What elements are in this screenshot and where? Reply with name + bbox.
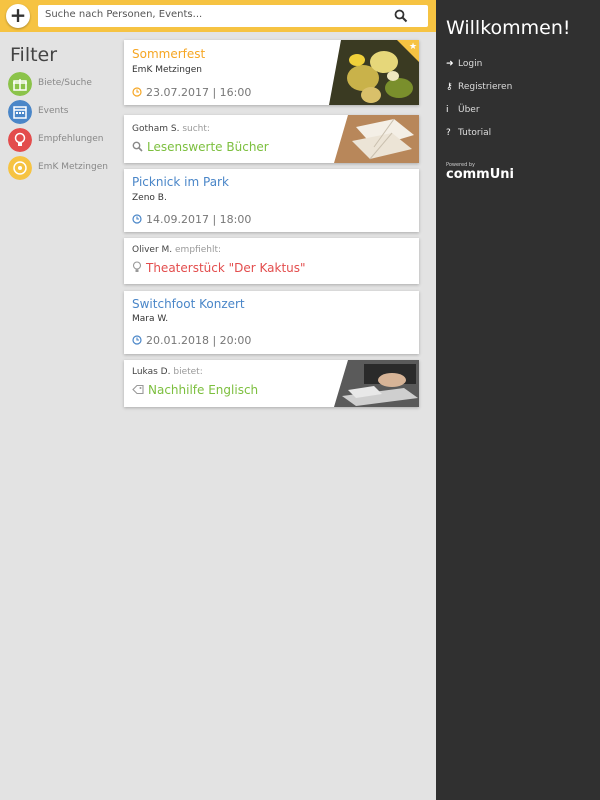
event-card-picknick[interactable]: Picknick im Park Zeno B. 14.09.2017 | 18… — [124, 169, 419, 232]
author-name: Oliver M. — [132, 245, 173, 255]
post-author: Gotham S. sucht: — [132, 124, 210, 134]
menu-item-tutorial[interactable]: ? Tutorial — [446, 128, 491, 142]
event-thumbnail-food: ★ — [329, 40, 419, 105]
search-icon[interactable] — [394, 9, 408, 23]
filter-item-biete-suche[interactable]: Biete/Suche — [8, 72, 120, 96]
event-datetime: 20.01.2018 | 20:00 — [132, 334, 251, 347]
event-organizer: EmK Metzingen — [132, 65, 202, 75]
lightbulb-icon — [8, 128, 32, 152]
author-name: Gotham S. — [132, 124, 180, 134]
headline-text: Theaterstück "Der Kaktus" — [146, 261, 306, 275]
event-organizer: Zeno B. — [132, 193, 167, 203]
calendar-icon — [8, 100, 32, 124]
post-thumbnail-books — [334, 115, 419, 163]
menu-label: Tutorial — [458, 128, 492, 138]
event-datetime: 14.09.2017 | 18:00 — [132, 213, 251, 226]
event-card-sommerfest[interactable]: Sommerfest EmK Metzingen 23.07.2017 | 16… — [124, 40, 419, 105]
login-icon: ➜ — [446, 59, 454, 69]
datetime-text: 23.07.2017 | 16:00 — [146, 86, 252, 99]
event-title: Picknick im Park — [132, 175, 229, 189]
event-title: Sommerfest — [132, 47, 206, 61]
filter-label: Biete/Suche — [38, 78, 92, 88]
post-headline: Theaterstück "Der Kaktus" — [132, 261, 306, 275]
filter-label: EmK Metzingen — [38, 162, 108, 172]
datetime-text: 20.01.2018 | 20:00 — [146, 334, 252, 347]
lightbulb-icon — [132, 261, 142, 272]
post-card-theater[interactable]: Oliver M. empfiehlt: Theaterstück "Der K… — [124, 238, 419, 284]
add-button[interactable]: + — [6, 4, 30, 28]
headline-text: Lesenswerte Bücher — [147, 140, 269, 154]
key-icon: ⚷ — [446, 82, 453, 92]
menu-label: Registrieren — [458, 82, 513, 92]
search-placeholder: Suche nach Personen, Events... — [45, 9, 203, 20]
datetime-text: 14.09.2017 | 18:00 — [146, 213, 252, 226]
post-headline: Lesenswerte Bücher — [132, 140, 269, 154]
post-verb: sucht: — [182, 124, 210, 134]
filter-item-emk-metzingen[interactable]: EmK Metzingen — [8, 156, 120, 180]
menu-item-ueber[interactable]: i Über — [446, 105, 480, 119]
filter-item-events[interactable]: Events — [8, 100, 120, 124]
event-card-switchfoot[interactable]: Switchfoot Konzert Mara W. 20.01.2018 | … — [124, 291, 419, 354]
search-input[interactable]: Suche nach Personen, Events... — [38, 5, 428, 27]
post-card-buecher[interactable]: Gotham S. sucht: Lesenswerte Bücher — [124, 115, 419, 163]
headline-text: Nachhilfe Englisch — [148, 383, 259, 397]
filter-title: Filter — [10, 44, 58, 66]
clock-icon — [132, 214, 142, 224]
gift-icon — [8, 72, 32, 96]
help-icon: ? — [446, 128, 451, 138]
tag-icon — [132, 384, 144, 395]
menu-label: Login — [458, 59, 483, 69]
clock-icon — [132, 335, 142, 345]
brand-name: commUni — [446, 167, 514, 182]
post-card-nachhilfe[interactable]: Lukas D. bietet: Nachhilfe Englisch — [124, 360, 419, 407]
event-datetime: 23.07.2017 | 16:00 — [132, 86, 251, 99]
post-verb: empfiehlt: — [175, 245, 222, 255]
menu-item-registrieren[interactable]: ⚷ Registrieren — [446, 82, 512, 96]
post-author: Oliver M. empfiehlt: — [132, 245, 221, 255]
welcome-title: Willkommen! — [446, 17, 571, 39]
menu-label: Über — [458, 105, 480, 115]
side-menu: Willkommen! ➜ Login ⚷ Registrieren i Über ?… — [436, 0, 600, 800]
star-icon: ★ — [409, 42, 417, 52]
post-verb: bietet: — [173, 367, 203, 377]
top-bar: + Suche nach Personen, Events... — [0, 0, 436, 32]
search-icon — [132, 141, 143, 152]
author-name: Lukas D. — [132, 367, 171, 377]
post-author: Lukas D. bietet: — [132, 367, 203, 377]
post-thumbnail-laptop — [334, 360, 419, 407]
powered-by-logo: Powered by commUni — [446, 162, 514, 182]
menu-item-login[interactable]: ➜ Login — [446, 59, 482, 73]
event-title: Switchfoot Konzert — [132, 297, 245, 311]
community-icon — [8, 156, 32, 180]
info-icon: i — [446, 105, 449, 115]
filter-label: Empfehlungen — [38, 134, 104, 144]
filter-item-empfehlungen[interactable]: Empfehlungen — [8, 128, 120, 152]
post-headline: Nachhilfe Englisch — [132, 383, 258, 397]
event-organizer: Mara W. — [132, 314, 169, 324]
clock-icon — [132, 87, 142, 97]
filter-label: Events — [38, 106, 69, 116]
